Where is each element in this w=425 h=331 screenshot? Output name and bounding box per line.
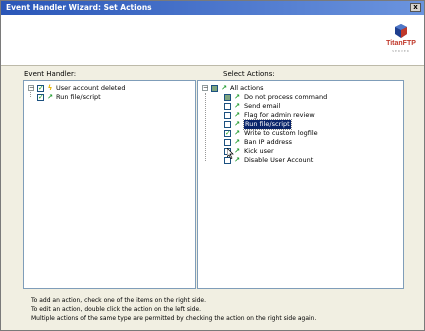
all-actions-node[interactable]: − ↗ All actions — [202, 84, 392, 93]
action-arrow-icon: ↗ — [234, 102, 240, 110]
select-actions-tree[interactable]: − ↗ All actions ↗ Do not process command… — [197, 80, 404, 289]
event-handler-wizard-dialog: Event Handler Wizard: Set Actions x Tita… — [0, 0, 425, 331]
collapse-expander-icon[interactable]: − — [202, 85, 208, 91]
titan-ftp-logo: TitanFTP SERVER — [382, 23, 420, 57]
help-text-line: To edit an action, double click the acti… — [31, 306, 202, 313]
action-item[interactable]: ↗ Kick user — [224, 147, 399, 156]
action-item-label: Run file/script — [243, 119, 292, 130]
action-arrow-icon: ↗ — [234, 111, 240, 119]
titan-logo-icon — [395, 24, 407, 38]
checkbox-partial-icon[interactable] — [224, 94, 231, 101]
action-arrow-icon: ↗ — [234, 120, 240, 128]
all-actions-label: All actions — [230, 84, 264, 92]
checkbox-unchecked-icon[interactable] — [224, 103, 231, 110]
action-item[interactable]: ✓ ↗ Write to custom logfile — [224, 129, 399, 138]
select-actions-label: Select Actions: — [223, 70, 275, 78]
action-item[interactable]: ↗ Do not process command — [224, 93, 399, 102]
event-handler-item-label: Run file/script — [56, 93, 101, 101]
action-item-label: Send email — [244, 102, 281, 110]
checkbox-partial-icon[interactable] — [211, 85, 218, 92]
action-item[interactable]: ↗ Ban IP address — [224, 138, 399, 147]
tree-connector-line — [30, 90, 31, 97]
tree-connector-line — [205, 93, 206, 161]
event-handler-item[interactable]: − ✓ ϟ User account deleted — [28, 84, 188, 93]
checkbox-unchecked-icon[interactable] — [224, 139, 231, 146]
mouse-cursor-icon — [227, 148, 234, 159]
lightning-icon: ϟ — [47, 84, 53, 92]
action-arrow-icon: ↗ — [234, 138, 240, 146]
help-text-line: To add an action, check one of the items… — [31, 297, 207, 304]
action-item-label: Write to custom logfile — [244, 129, 318, 137]
event-handler-label: Event Handler: — [24, 70, 77, 78]
wizard-header: TitanFTP SERVER — [1, 15, 424, 66]
action-item-selected[interactable]: ↗ Run file/script — [224, 119, 399, 130]
event-handler-item-label: User account deleted — [56, 84, 126, 92]
close-button[interactable]: x — [410, 3, 421, 12]
action-item[interactable]: ↗ Flag for admin review — [224, 111, 399, 120]
action-arrow-icon: ↗ — [221, 84, 227, 92]
action-item-label: Ban IP address — [244, 138, 293, 146]
action-item[interactable]: ↗ Disable User Account — [224, 156, 399, 165]
checkbox-checked-icon[interactable]: ✓ — [37, 85, 44, 92]
action-arrow-icon: ↗ — [234, 129, 240, 137]
event-handler-list[interactable]: − ✓ ϟ User account deleted ✓ ↗ Run file/… — [23, 80, 196, 289]
checkbox-checked-icon[interactable]: ✓ — [37, 94, 44, 101]
action-item-label: Disable User Account — [244, 156, 314, 164]
collapse-expander-icon[interactable]: − — [28, 85, 34, 91]
action-arrow-icon: ↗ — [47, 93, 53, 101]
title-bar[interactable]: Event Handler Wizard: Set Actions x — [1, 1, 424, 15]
action-arrow-icon: ↗ — [234, 93, 240, 101]
logo-subtext: SERVER — [392, 49, 410, 53]
action-item-label: Kick user — [244, 147, 274, 155]
logo-text: TitanFTP — [386, 40, 416, 47]
action-item[interactable]: ↗ Send email — [224, 102, 399, 111]
window-title: Event Handler Wizard: Set Actions — [6, 3, 152, 12]
checkbox-checked-icon[interactable]: ✓ — [224, 130, 231, 137]
help-text-line: Multiple actions of the same type are pe… — [31, 315, 317, 322]
event-handler-item[interactable]: ✓ ↗ Run file/script — [28, 90, 188, 102]
checkbox-unchecked-icon[interactable] — [224, 112, 231, 119]
checkbox-unchecked-icon[interactable] — [224, 121, 231, 128]
action-item-label: Do not process command — [244, 93, 328, 101]
action-item-label: Flag for admin review — [244, 111, 315, 119]
